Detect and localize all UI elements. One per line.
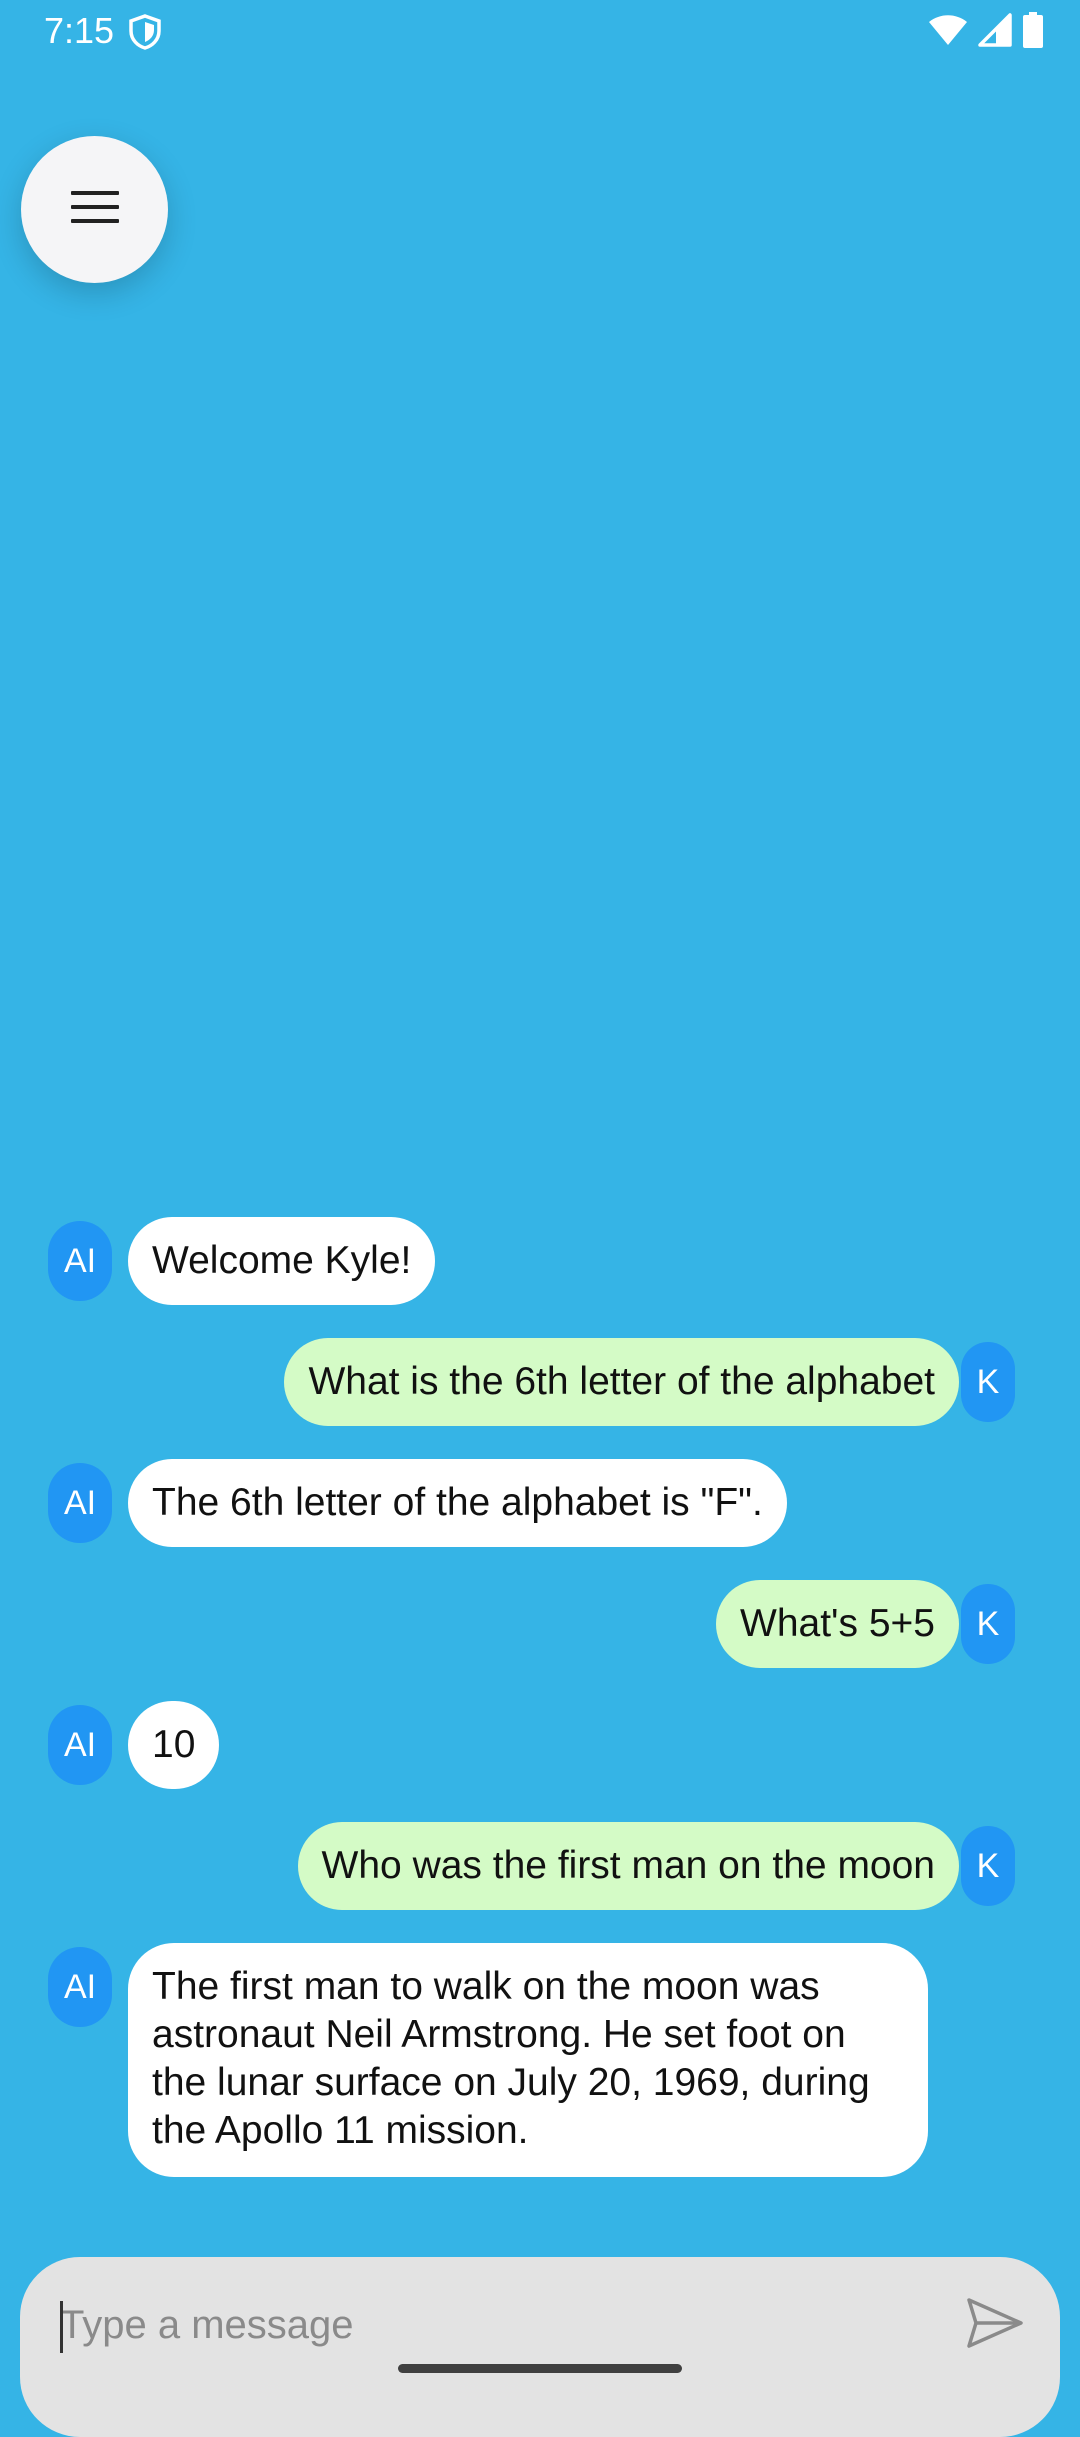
message-row-ai: AI Welcome Kyle! <box>0 1217 1080 1305</box>
shield-icon <box>128 14 162 50</box>
menu-button[interactable] <box>21 136 168 283</box>
send-button[interactable] <box>960 2293 1030 2357</box>
ai-avatar: AI <box>48 1705 112 1785</box>
message-row-ai: AI The first man to walk on the moon was… <box>0 1943 1080 2177</box>
user-avatar: K <box>961 1584 1015 1664</box>
message-row-user: What's 5+5 K <box>0 1580 1080 1668</box>
message-row-user: What is the 6th letter of the alphabet K <box>0 1338 1080 1426</box>
status-icons <box>928 11 1044 53</box>
user-avatar: K <box>961 1826 1015 1906</box>
text-cursor <box>60 2301 63 2353</box>
ai-message-bubble: 10 <box>128 1701 220 1789</box>
battery-icon <box>1022 11 1044 53</box>
message-input[interactable] <box>60 2297 920 2353</box>
ai-avatar: AI <box>48 1463 112 1543</box>
wifi-icon <box>928 13 968 52</box>
ai-avatar: AI <box>48 1947 112 2027</box>
user-avatar: K <box>961 1342 1015 1422</box>
message-row-ai: AI 10 <box>0 1701 1080 1789</box>
message-row-user: Who was the first man on the moon K <box>0 1822 1080 1910</box>
message-composer <box>20 2257 1060 2437</box>
message-list: AI Welcome Kyle! What is the 6th letter … <box>0 1217 1080 2210</box>
ai-message-bubble: The first man to walk on the moon was as… <box>128 1943 928 2177</box>
status-time: 7:15 <box>44 10 115 51</box>
home-indicator[interactable] <box>398 2364 682 2373</box>
signal-icon <box>978 12 1012 52</box>
user-message-bubble: What is the 6th letter of the alphabet <box>284 1338 959 1426</box>
user-message-bubble: Who was the first man on the moon <box>297 1822 959 1910</box>
send-icon <box>966 2297 1024 2354</box>
user-message-bubble: What's 5+5 <box>716 1580 959 1668</box>
ai-avatar: AI <box>48 1221 112 1301</box>
ai-message-bubble: The 6th letter of the alphabet is "F". <box>128 1459 787 1547</box>
message-row-ai: AI The 6th letter of the alphabet is "F"… <box>0 1459 1080 1547</box>
hamburger-menu-icon <box>70 189 119 230</box>
ai-message-bubble: Welcome Kyle! <box>128 1217 436 1305</box>
status-bar: 7:15 <box>0 0 1080 64</box>
